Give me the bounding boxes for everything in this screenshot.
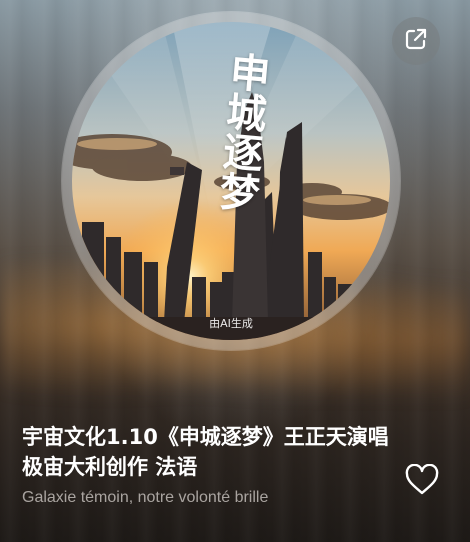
share-external-icon xyxy=(402,25,430,57)
ai-generated-badge: 由AI生成 xyxy=(209,317,253,330)
share-button[interactable] xyxy=(392,17,440,65)
heart-outline-icon xyxy=(404,463,440,500)
song-title: 宇宙文化1.10《申城逐梦》王正天演唱 极宙大利创作 法语 xyxy=(22,425,389,479)
like-button[interactable] xyxy=(402,462,442,502)
song-subtitle: Galaxie témoin, notre volonté brille xyxy=(22,489,269,506)
